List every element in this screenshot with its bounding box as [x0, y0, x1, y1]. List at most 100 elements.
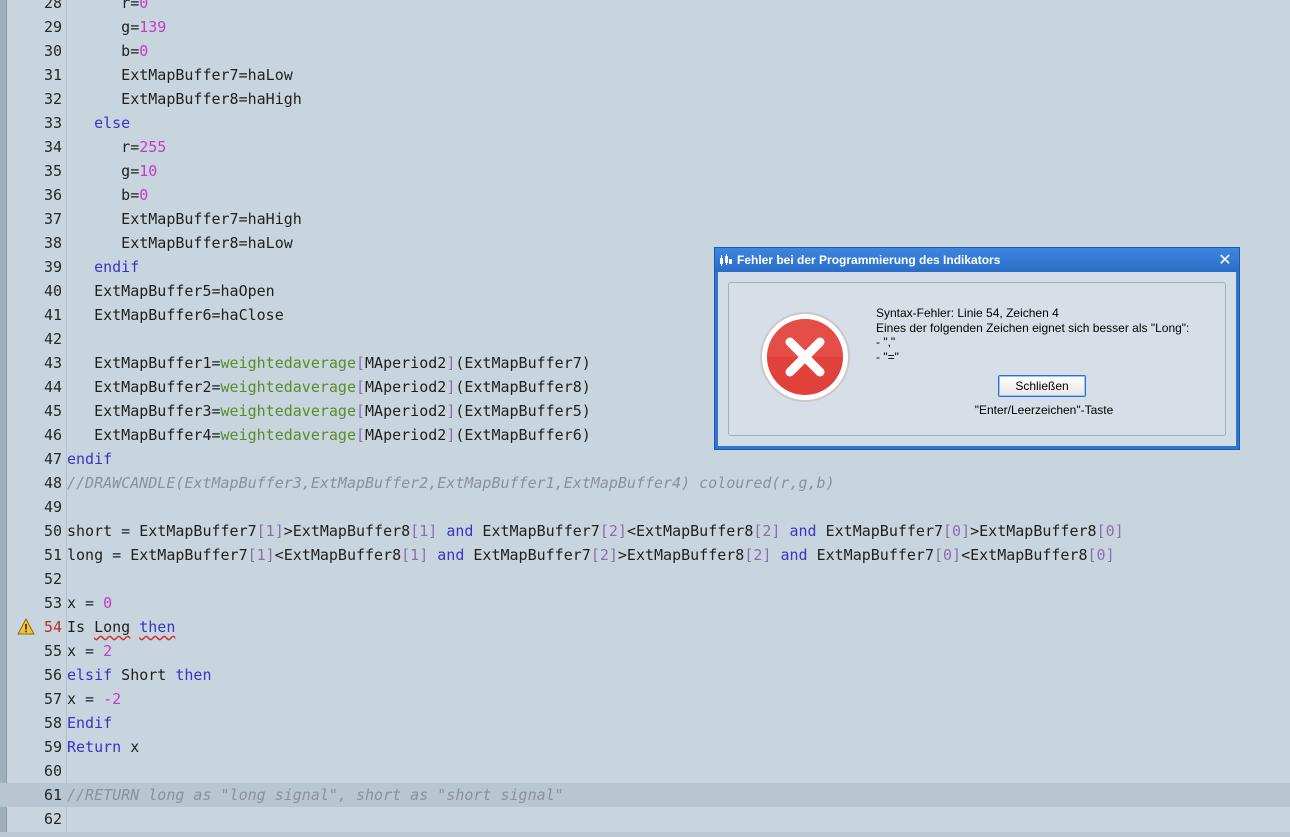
code-line[interactable]: 36 b=0 — [0, 183, 1290, 207]
code-text[interactable]: g=10 — [67, 159, 157, 183]
code-line[interactable]: 49 — [0, 495, 1290, 519]
code-text[interactable]: b=0 — [67, 183, 148, 207]
line-number: 62 — [43, 810, 62, 828]
code-token: [2] — [590, 546, 618, 564]
code-text[interactable]: short = ExtMapBuffer7[1]>ExtMapBuffer8[1… — [67, 519, 1124, 543]
code-line[interactable]: 34 r=255 — [0, 135, 1290, 159]
line-number: 46 — [43, 426, 62, 444]
code-line[interactable]: 35 g=10 — [0, 159, 1290, 183]
code-line[interactable]: 52 — [0, 567, 1290, 591]
code-token: g= — [67, 18, 140, 36]
code-text[interactable]: x = 2 — [67, 639, 112, 663]
code-text[interactable]: x = 0 — [67, 591, 112, 615]
code-token: >ExtMapBuffer8 — [283, 522, 411, 540]
code-text[interactable]: ExtMapBuffer2=weightedaverage[MAperiod2]… — [67, 375, 591, 399]
code-line[interactable]: 57 x = -2 — [0, 687, 1290, 711]
line-number: 57 — [43, 690, 62, 708]
code-line[interactable]: 32 ExtMapBuffer8=haHigh — [0, 87, 1290, 111]
code-line[interactable]: 28 r=0 — [0, 0, 1290, 15]
code-line[interactable]: 59 Return x — [0, 735, 1290, 759]
code-text[interactable]: Is Long then — [67, 615, 175, 639]
code-text[interactable]: else — [67, 111, 130, 135]
code-text[interactable]: r=0 — [67, 0, 148, 15]
code-text[interactable]: //DRAWCANDLE(ExtMapBuffer3,ExtMapBuffer2… — [67, 471, 835, 495]
code-text[interactable]: x = -2 — [67, 687, 121, 711]
code-text[interactable]: b=0 — [67, 39, 148, 63]
code-token: ExtMapBuffer8=haLow — [67, 234, 293, 252]
dialog-close-button[interactable]: ✕ — [1215, 250, 1235, 270]
code-line[interactable]: 37 ExtMapBuffer7=haHigh — [0, 207, 1290, 231]
code-token: 2 — [103, 642, 113, 660]
code-token: [1] — [410, 522, 438, 540]
code-token: //DRAWCANDLE(ExtMapBuffer3,ExtMapBuffer2… — [67, 474, 835, 492]
code-text[interactable]: ExtMapBuffer5=haOpen — [67, 279, 275, 303]
code-token: ExtMapBuffer4= — [67, 426, 221, 444]
code-line[interactable]: 33 else — [0, 111, 1290, 135]
line-number: 48 — [43, 474, 62, 492]
code-token: long = ExtMapBuffer7 — [67, 546, 248, 564]
code-token: ] — [446, 426, 456, 444]
code-token: [2] — [744, 546, 772, 564]
code-line[interactable]: 51 long = ExtMapBuffer7[1]<ExtMapBuffer8[… — [0, 543, 1290, 567]
code-line[interactable]: 58 Endif — [0, 711, 1290, 735]
line-number: 35 — [43, 162, 62, 180]
code-text[interactable]: Return x — [67, 735, 139, 759]
code-token: Endif — [67, 714, 113, 732]
dialog-titlebar[interactable]: Fehler bei der Programmierung des Indika… — [715, 248, 1239, 272]
code-line[interactable]: 60 — [0, 759, 1290, 783]
code-line[interactable]: 62 — [0, 807, 1290, 831]
code-token: else — [94, 114, 131, 132]
line-number: 41 — [43, 306, 62, 324]
code-text[interactable]: ExtMapBuffer8=haLow — [67, 231, 293, 255]
code-text[interactable]: Endif — [67, 711, 112, 735]
code-token: MAperiod2 — [365, 378, 447, 396]
code-line[interactable]: 54 Is Long then — [0, 615, 1290, 639]
close-button[interactable]: Schließen — [998, 375, 1086, 397]
error-message-line: Syntax-Fehler: Linie 54, Zeichen 4 — [876, 306, 1059, 320]
line-number: 47 — [43, 450, 62, 468]
line-number: 36 — [43, 186, 62, 204]
code-token: [0] — [934, 546, 962, 564]
code-line[interactable]: 29 g=139 — [0, 15, 1290, 39]
code-text[interactable]: ExtMapBuffer6=haClose — [67, 303, 284, 327]
code-line[interactable]: 55 x = 2 — [0, 639, 1290, 663]
code-line[interactable]: 61 //RETURN long as "long signal", short … — [0, 783, 1290, 807]
code-text[interactable]: long = ExtMapBuffer7[1]<ExtMapBuffer8[1]… — [67, 543, 1115, 567]
code-text[interactable]: endif — [67, 447, 112, 471]
code-text[interactable]: g=139 — [67, 15, 166, 39]
code-text[interactable]: ExtMapBuffer4=weightedaverage[MAperiod2]… — [67, 423, 591, 447]
line-number: 45 — [43, 402, 62, 420]
error-x-icon — [760, 312, 850, 402]
code-token: x — [121, 738, 140, 756]
code-text[interactable]: ExtMapBuffer1=weightedaverage[MAperiod2]… — [67, 351, 591, 375]
code-token: 255 — [139, 138, 167, 156]
code-text[interactable]: //RETURN long as "long signal", short as… — [67, 783, 564, 807]
code-text[interactable]: elsif Short then — [67, 663, 212, 687]
code-text[interactable]: ExtMapBuffer8=haHigh — [67, 87, 302, 111]
code-line[interactable]: 56 elsif Short then — [0, 663, 1290, 687]
code-token: (ExtMapBuffer5) — [455, 402, 591, 420]
code-line[interactable]: 50 short = ExtMapBuffer7[1]>ExtMapBuffer8… — [0, 519, 1290, 543]
code-token: r= — [67, 138, 140, 156]
line-number: 42 — [43, 330, 62, 348]
code-text[interactable]: ExtMapBuffer7=haHigh — [67, 207, 302, 231]
code-text[interactable]: ExtMapBuffer7=haLow — [67, 63, 293, 87]
code-line[interactable]: 48 //DRAWCANDLE(ExtMapBuffer3,ExtMapBuffe… — [0, 471, 1290, 495]
code-text[interactable]: endif — [67, 255, 139, 279]
code-text[interactable]: r=255 — [67, 135, 166, 159]
code-text[interactable]: ExtMapBuffer3=weightedaverage[MAperiod2]… — [67, 399, 591, 423]
code-token: ExtMapBuffer5=haOpen — [67, 282, 275, 300]
code-token: x = — [67, 642, 104, 660]
line-number: 53 — [43, 594, 62, 612]
code-token: 0 — [139, 186, 149, 204]
code-token: MAperiod2 — [365, 426, 447, 444]
code-token: [2] — [753, 522, 781, 540]
line-number: 56 — [43, 666, 62, 684]
code-line[interactable]: 47 endif — [0, 447, 1290, 471]
code-token: ] — [446, 402, 456, 420]
code-line[interactable]: 30 b=0 — [0, 39, 1290, 63]
code-line[interactable]: 31 ExtMapBuffer7=haLow — [0, 63, 1290, 87]
code-line[interactable]: 53 x = 0 — [0, 591, 1290, 615]
